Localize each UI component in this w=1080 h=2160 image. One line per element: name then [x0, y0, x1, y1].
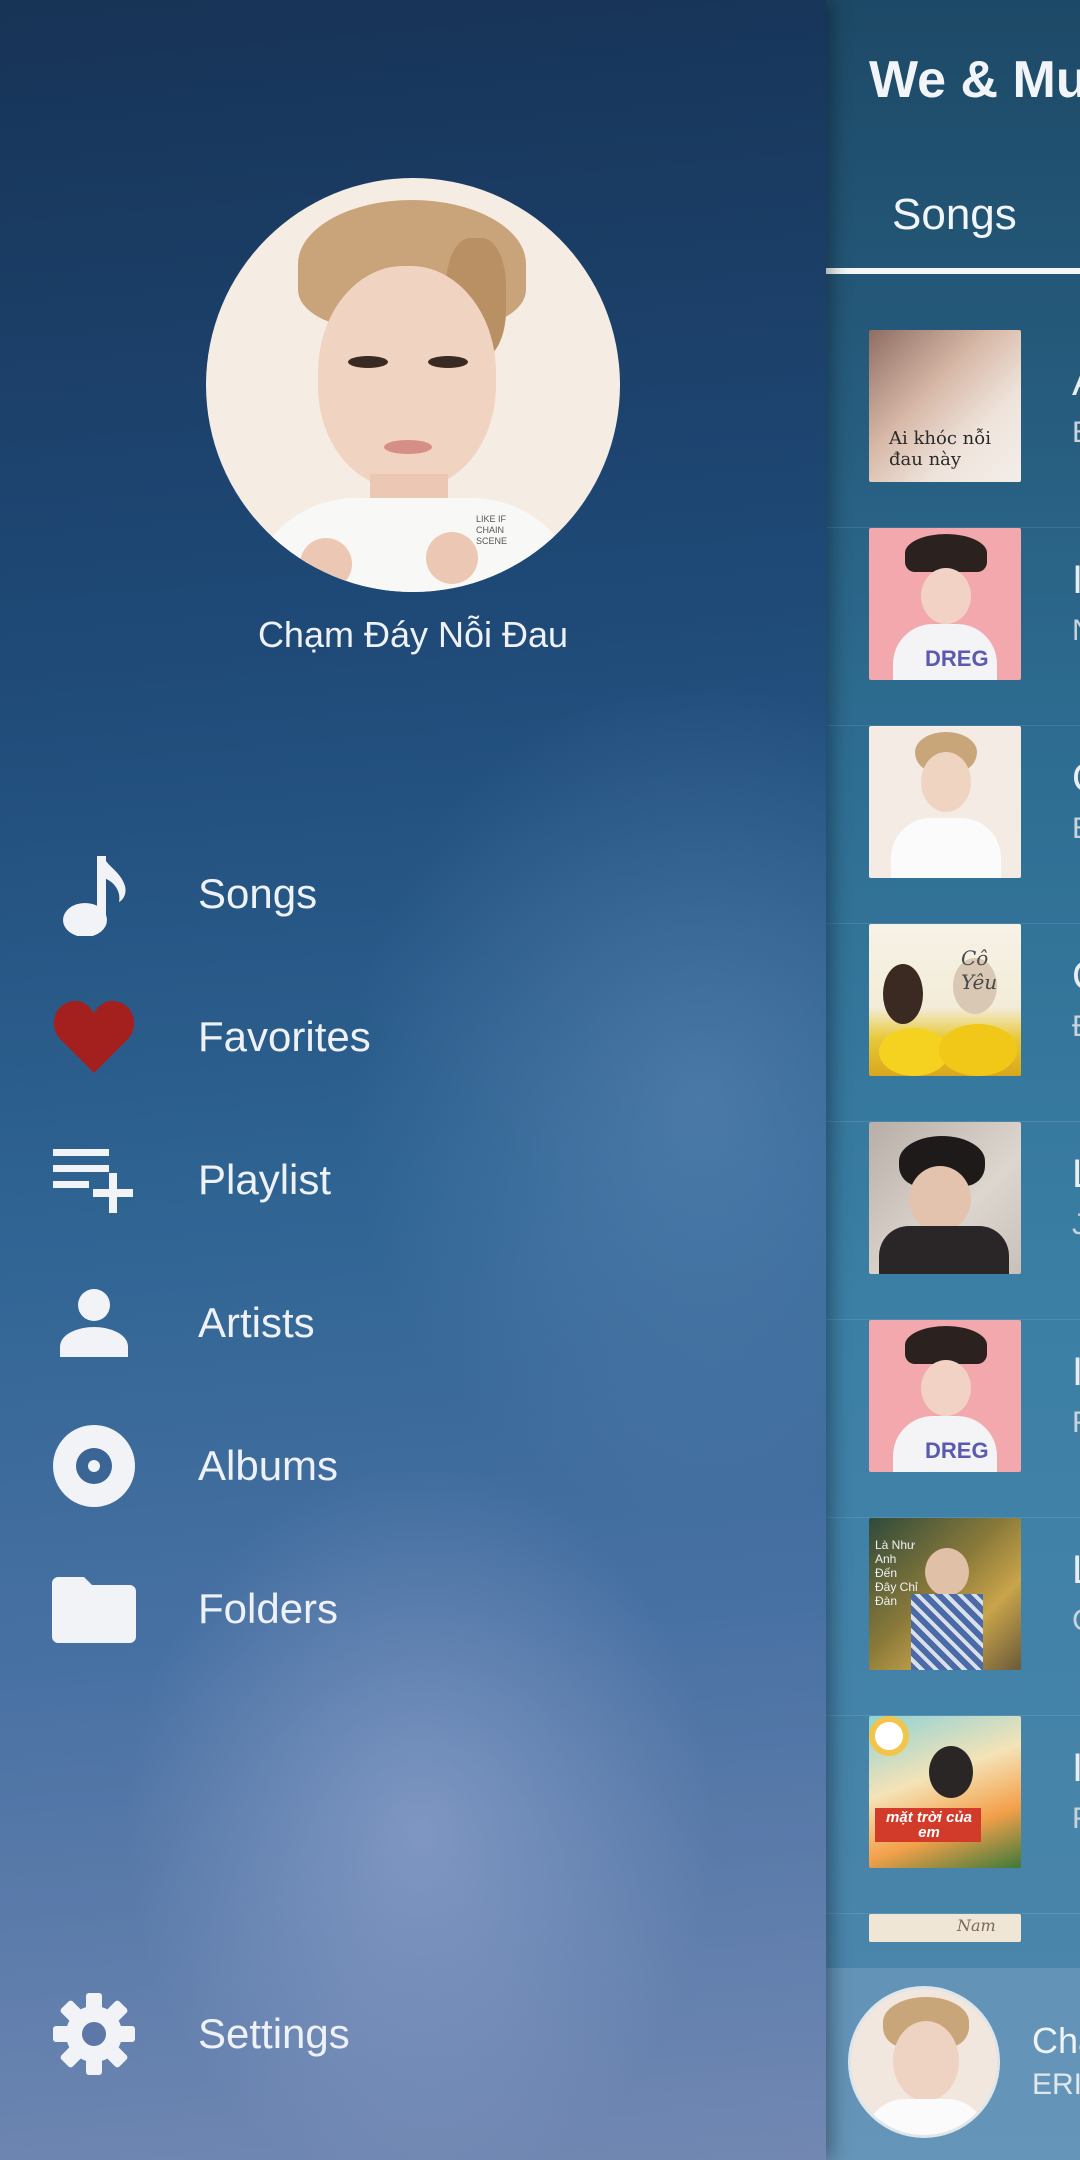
mini-player[interactable]: Cha ERI	[826, 1968, 1080, 2160]
now-playing-art	[848, 1986, 1000, 2138]
nav-item-settings[interactable]: Settings	[0, 1974, 826, 2094]
folder-icon	[50, 1565, 138, 1653]
song-row[interactable]: Là Như Anh Đến Đây Chỉ Đàn L C	[826, 1518, 1080, 1716]
gear-icon	[50, 1990, 138, 2078]
album-icon	[50, 1422, 138, 1510]
nav-label-albums: Albums	[198, 1442, 339, 1489]
album-art: DREG	[869, 528, 1021, 680]
song-artist: J	[1072, 1208, 1080, 1241]
nav-item-favorites[interactable]: Favorites	[0, 977, 826, 1097]
album-art: Ai khóc nỗi đau này	[869, 330, 1021, 482]
album-art-caption: Là Như Anh Đến Đây Chỉ Đàn	[875, 1538, 918, 1608]
album-art-caption: Nam	[957, 1916, 996, 1935]
song-row[interactable]: C E	[826, 726, 1080, 924]
nav-label-folders: Folders	[198, 1585, 339, 1632]
song-title: L	[1072, 1548, 1080, 1593]
nav-label-favorites: Favorites	[198, 1013, 371, 1060]
profile-name: Chạm Đáy Nỗi Đau	[257, 614, 569, 655]
song-artist: F	[1072, 1802, 1080, 1836]
song-artist: E	[1072, 812, 1080, 846]
profile-avatar[interactable]: LIKE IF CHAIN SCENE	[206, 178, 620, 592]
song-row[interactable]: DREG I N	[826, 528, 1080, 726]
nav-item-folders[interactable]: Folders	[0, 1549, 826, 1669]
tab-songs[interactable]: Songs	[826, 180, 1080, 276]
album-art-caption: Ai khóc nỗi đau này	[889, 428, 991, 470]
song-row[interactable]: Ai khóc nỗi đau này A E	[826, 330, 1080, 528]
song-title: I	[1072, 1350, 1080, 1394]
album-art-caption: mặt trời của em	[886, 1809, 972, 1841]
song-title: C	[1072, 954, 1080, 999]
song-title: A	[1072, 360, 1080, 405]
song-title: I	[1072, 1746, 1080, 1790]
album-art: Nam	[869, 1914, 1021, 1942]
song-row[interactable]: Nam	[826, 1914, 1080, 1942]
album-art: Là Như Anh Đến Đây Chỉ Đàn	[869, 1518, 1021, 1670]
nav-item-artists[interactable]: Artists	[0, 1263, 826, 1383]
song-row[interactable]: mặt trời của em I F	[826, 1716, 1080, 1914]
song-artist: E	[1072, 416, 1080, 450]
album-art	[869, 1122, 1021, 1274]
song-artist: F	[1072, 1406, 1080, 1440]
album-art: DREG	[869, 1320, 1021, 1472]
tab-indicator	[826, 268, 1080, 274]
nav-label-artists: Artists	[198, 1299, 315, 1346]
playlist-add-icon	[50, 1136, 138, 1224]
nav-item-playlist[interactable]: Playlist	[0, 1120, 826, 1240]
song-row[interactable]: Cô Yêu C Đ	[826, 924, 1080, 1122]
nav-item-albums[interactable]: Albums	[0, 1406, 826, 1526]
now-playing-artist: ERI	[1032, 2068, 1080, 2101]
nav-label-settings: Settings	[198, 2010, 350, 2057]
song-title: L	[1072, 1152, 1080, 1197]
music-note-icon	[50, 850, 138, 938]
person-icon	[50, 1279, 138, 1367]
nav-item-songs[interactable]: Songs	[0, 834, 826, 954]
navigation-drawer: LIKE IF CHAIN SCENE Chạm Đáy Nỗi Đau Songs…	[0, 0, 826, 2160]
album-art-caption: Cô Yêu	[961, 946, 998, 994]
album-art: Cô Yêu	[869, 924, 1021, 1076]
song-artist: N	[1072, 614, 1080, 648]
app-title: We & Mu	[869, 51, 1080, 109]
song-title: C	[1072, 756, 1080, 801]
album-art	[869, 726, 1021, 878]
now-playing-title: Cha	[1032, 2020, 1080, 2061]
song-artist: C	[1072, 1604, 1080, 1638]
song-row[interactable]: L J	[826, 1122, 1080, 1320]
heart-icon	[50, 993, 138, 1081]
song-artist: Đ	[1072, 1010, 1080, 1044]
song-row[interactable]: DREG I F	[826, 1320, 1080, 1518]
nav-label-songs: Songs	[198, 870, 318, 917]
nav-label-playlist: Playlist	[198, 1156, 332, 1203]
album-art: mặt trời của em	[869, 1716, 1021, 1868]
song-title: I	[1072, 558, 1080, 602]
